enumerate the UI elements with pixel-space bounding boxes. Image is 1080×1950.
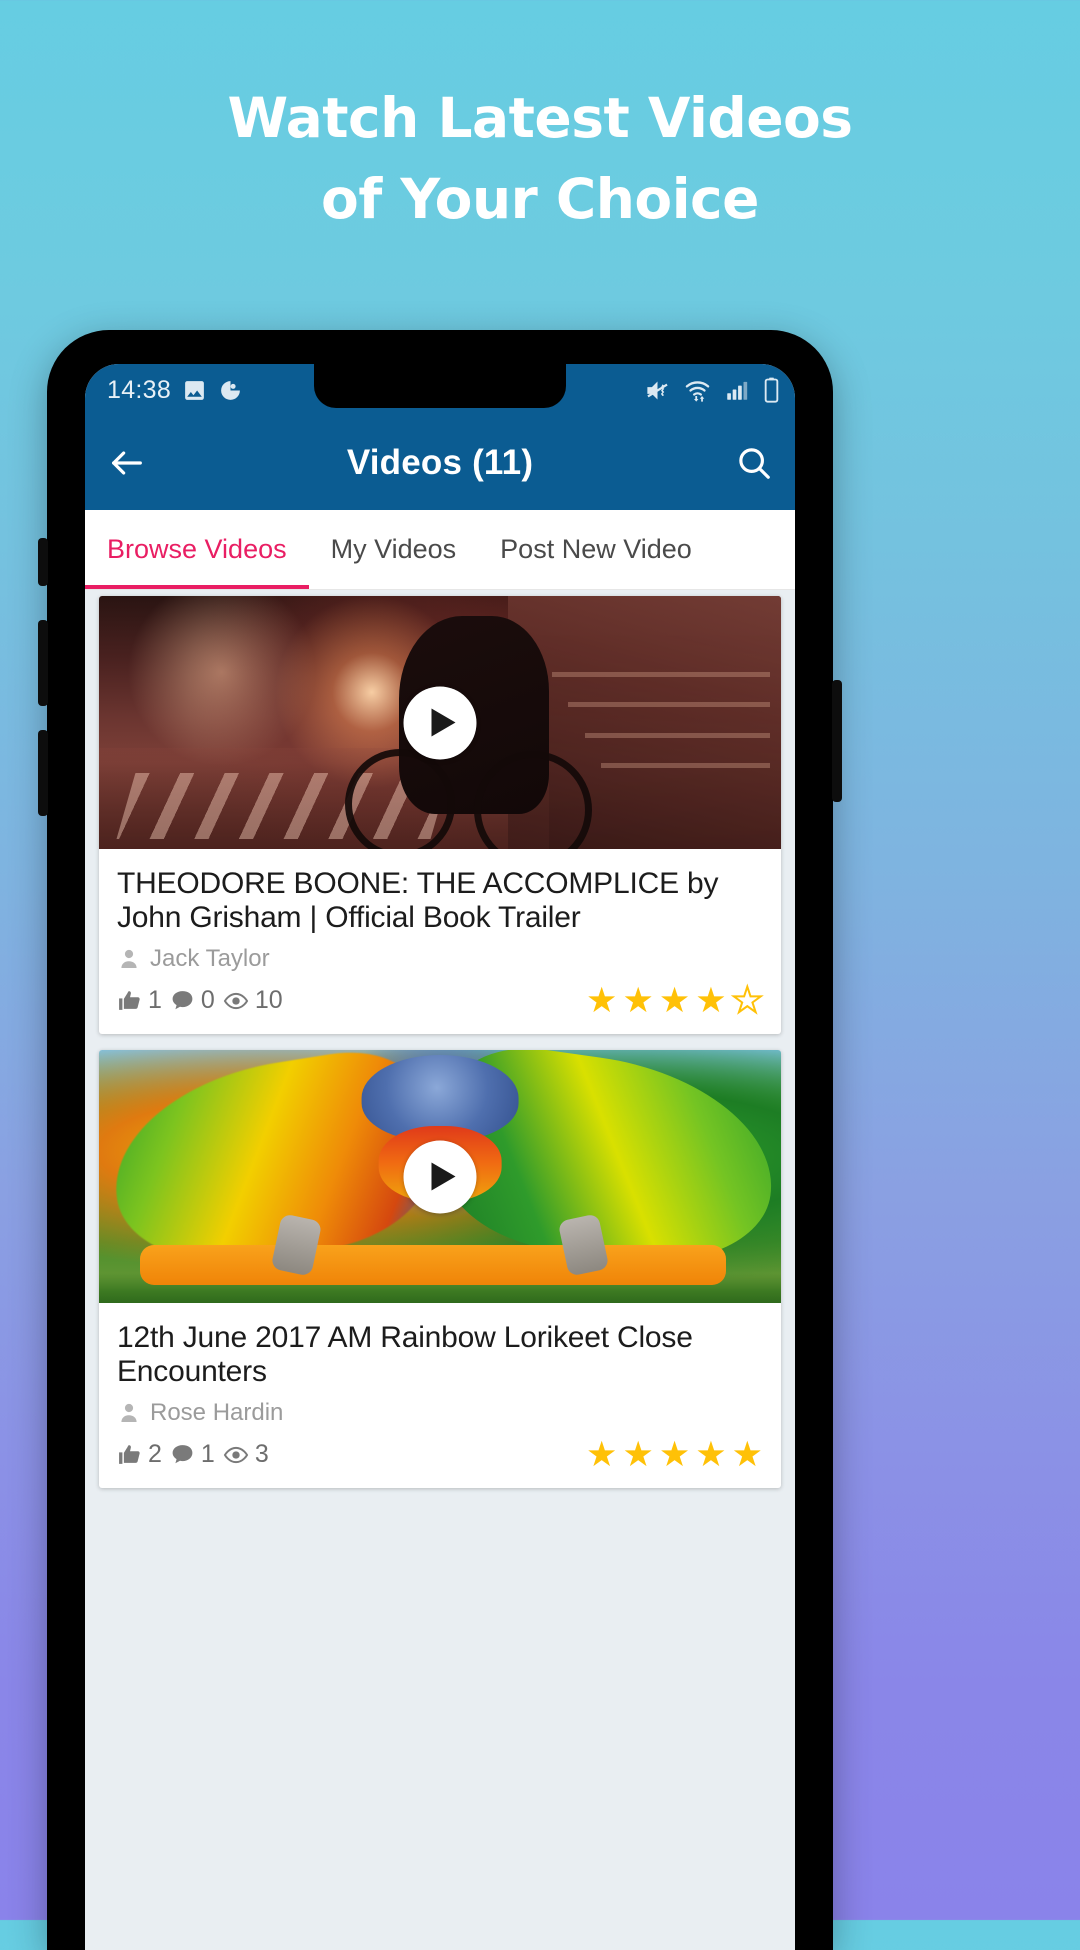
video-card[interactable]: 12th June 2017 AM Rainbow Lorikeet Close… (99, 1050, 781, 1489)
video-author-name: Jack Taylor (150, 945, 270, 973)
star-icon[interactable]: ★ (659, 983, 690, 1018)
status-bar: 14:38 (85, 364, 795, 416)
star-icon[interactable]: ★ (732, 1437, 763, 1472)
phone-volume-down-button[interactable] (38, 730, 48, 816)
star-icon[interactable]: ★ (659, 1437, 690, 1472)
view-stat: 3 (223, 1440, 269, 1469)
headline-line-1: Watch Latest Videos (227, 86, 853, 150)
person-icon (121, 1404, 137, 1423)
phone-screen: 14:38 Videos (11) Browse Videos My Video… (85, 364, 795, 1950)
eye-icon (223, 992, 248, 1009)
star-outline-icon[interactable]: ★ (731, 982, 764, 1019)
status-time: 14:38 (107, 375, 172, 404)
back-arrow-icon (112, 451, 142, 475)
tab-post-new-video[interactable]: Post New Video (478, 510, 714, 589)
tab-browse-videos-label: Browse Videos (107, 534, 287, 564)
tab-browse-videos[interactable]: Browse Videos (85, 510, 309, 589)
status-bar-right (644, 376, 781, 405)
comment-count: 0 (200, 986, 215, 1015)
like-stat[interactable]: 2 (117, 1440, 162, 1469)
signal-bars-icon (727, 381, 748, 400)
tab-bar: Browse Videos My Videos Post New Video (85, 510, 795, 590)
image-icon (185, 380, 204, 400)
video-feed[interactable]: THEODORE BOONE: THE ACCOMPLICE by John G… (85, 590, 795, 1950)
star-icon[interactable]: ★ (622, 1437, 653, 1472)
wifi-icon (685, 380, 710, 402)
comment-icon (172, 1445, 193, 1464)
like-count: 2 (148, 1440, 162, 1469)
video-card[interactable]: THEODORE BOONE: THE ACCOMPLICE by John G… (99, 596, 781, 1035)
thumbs-up-icon (119, 991, 140, 1011)
video-thumbnail[interactable] (99, 596, 781, 849)
video-card-body: THEODORE BOONE: THE ACCOMPLICE by John G… (99, 849, 781, 1034)
rating-stars[interactable]: ★ ★ ★ ★ ★ (586, 1437, 763, 1472)
video-meta-row: 1 0 10 ★ ★ ★ ★ ★ (117, 982, 764, 1019)
like-count: 1 (148, 986, 162, 1015)
thumbs-up-icon (119, 1445, 140, 1465)
phone-notch (314, 364, 566, 408)
view-stat: 10 (223, 986, 283, 1015)
vibrate-mute-icon (647, 381, 668, 399)
video-meta-row: 2 1 3 ★ ★ ★ ★ ★ (117, 1437, 763, 1472)
view-count: 10 (254, 986, 283, 1015)
video-stats: 2 1 3 (117, 1440, 269, 1469)
comment-stat[interactable]: 0 (170, 986, 215, 1015)
app-notification-icon (221, 380, 240, 400)
comment-icon (172, 991, 193, 1010)
app-bar-title: Videos (11) (346, 443, 534, 482)
video-thumbnail[interactable] (99, 1050, 781, 1304)
phone-power-button[interactable] (832, 680, 842, 802)
video-author: Jack Taylor (117, 945, 763, 973)
star-icon[interactable]: ★ (695, 983, 726, 1018)
play-button[interactable] (403, 686, 477, 759)
video-stats: 1 0 10 (117, 986, 283, 1015)
tab-my-videos[interactable]: My Videos (309, 510, 479, 589)
video-title: 12th June 2017 AM Rainbow Lorikeet Close… (117, 1321, 693, 1388)
comment-count: 1 (200, 1440, 215, 1469)
star-icon[interactable]: ★ (586, 1437, 617, 1472)
video-author: Rose Hardin (117, 1399, 763, 1427)
search-button[interactable] (735, 444, 773, 482)
search-icon (739, 448, 770, 479)
phone-volume-up-button[interactable] (38, 620, 48, 706)
play-button[interactable] (403, 1140, 477, 1214)
tab-post-new-video-label: Post New Video (500, 534, 692, 564)
status-bar-left: 14:38 (85, 376, 243, 405)
phone-mockup: 14:38 Videos (11) Browse Videos My Video… (38, 330, 842, 1950)
video-card-body: 12th June 2017 AM Rainbow Lorikeet Close… (99, 1303, 781, 1488)
back-button[interactable] (107, 443, 147, 483)
rating-stars[interactable]: ★ ★ ★ ★ ★ (586, 982, 764, 1019)
thumbnail-decor-perch (139, 1245, 727, 1286)
thumbnail-decor-wheel (344, 749, 455, 849)
star-icon[interactable]: ★ (622, 983, 653, 1018)
play-icon (431, 708, 456, 737)
play-icon (431, 1162, 456, 1191)
app-bar: Videos (11) (85, 416, 795, 510)
star-icon[interactable]: ★ (586, 983, 617, 1018)
video-author-name: Rose Hardin (150, 1399, 284, 1427)
headline-line-2: of Your Choice (321, 166, 759, 231)
tab-my-videos-label: My Videos (330, 534, 457, 564)
person-icon (121, 950, 137, 969)
page-title: Watch Latest Videos of Your Choice (0, 78, 1080, 240)
comment-stat[interactable]: 1 (170, 1440, 215, 1469)
like-stat[interactable]: 1 (117, 986, 162, 1015)
battery-icon (764, 377, 779, 403)
phone-mute-switch[interactable] (38, 538, 48, 586)
view-count: 3 (254, 1440, 269, 1469)
video-title: THEODORE BOONE: THE ACCOMPLICE by John G… (117, 867, 719, 934)
star-icon[interactable]: ★ (695, 1437, 726, 1472)
eye-icon (223, 1446, 248, 1464)
